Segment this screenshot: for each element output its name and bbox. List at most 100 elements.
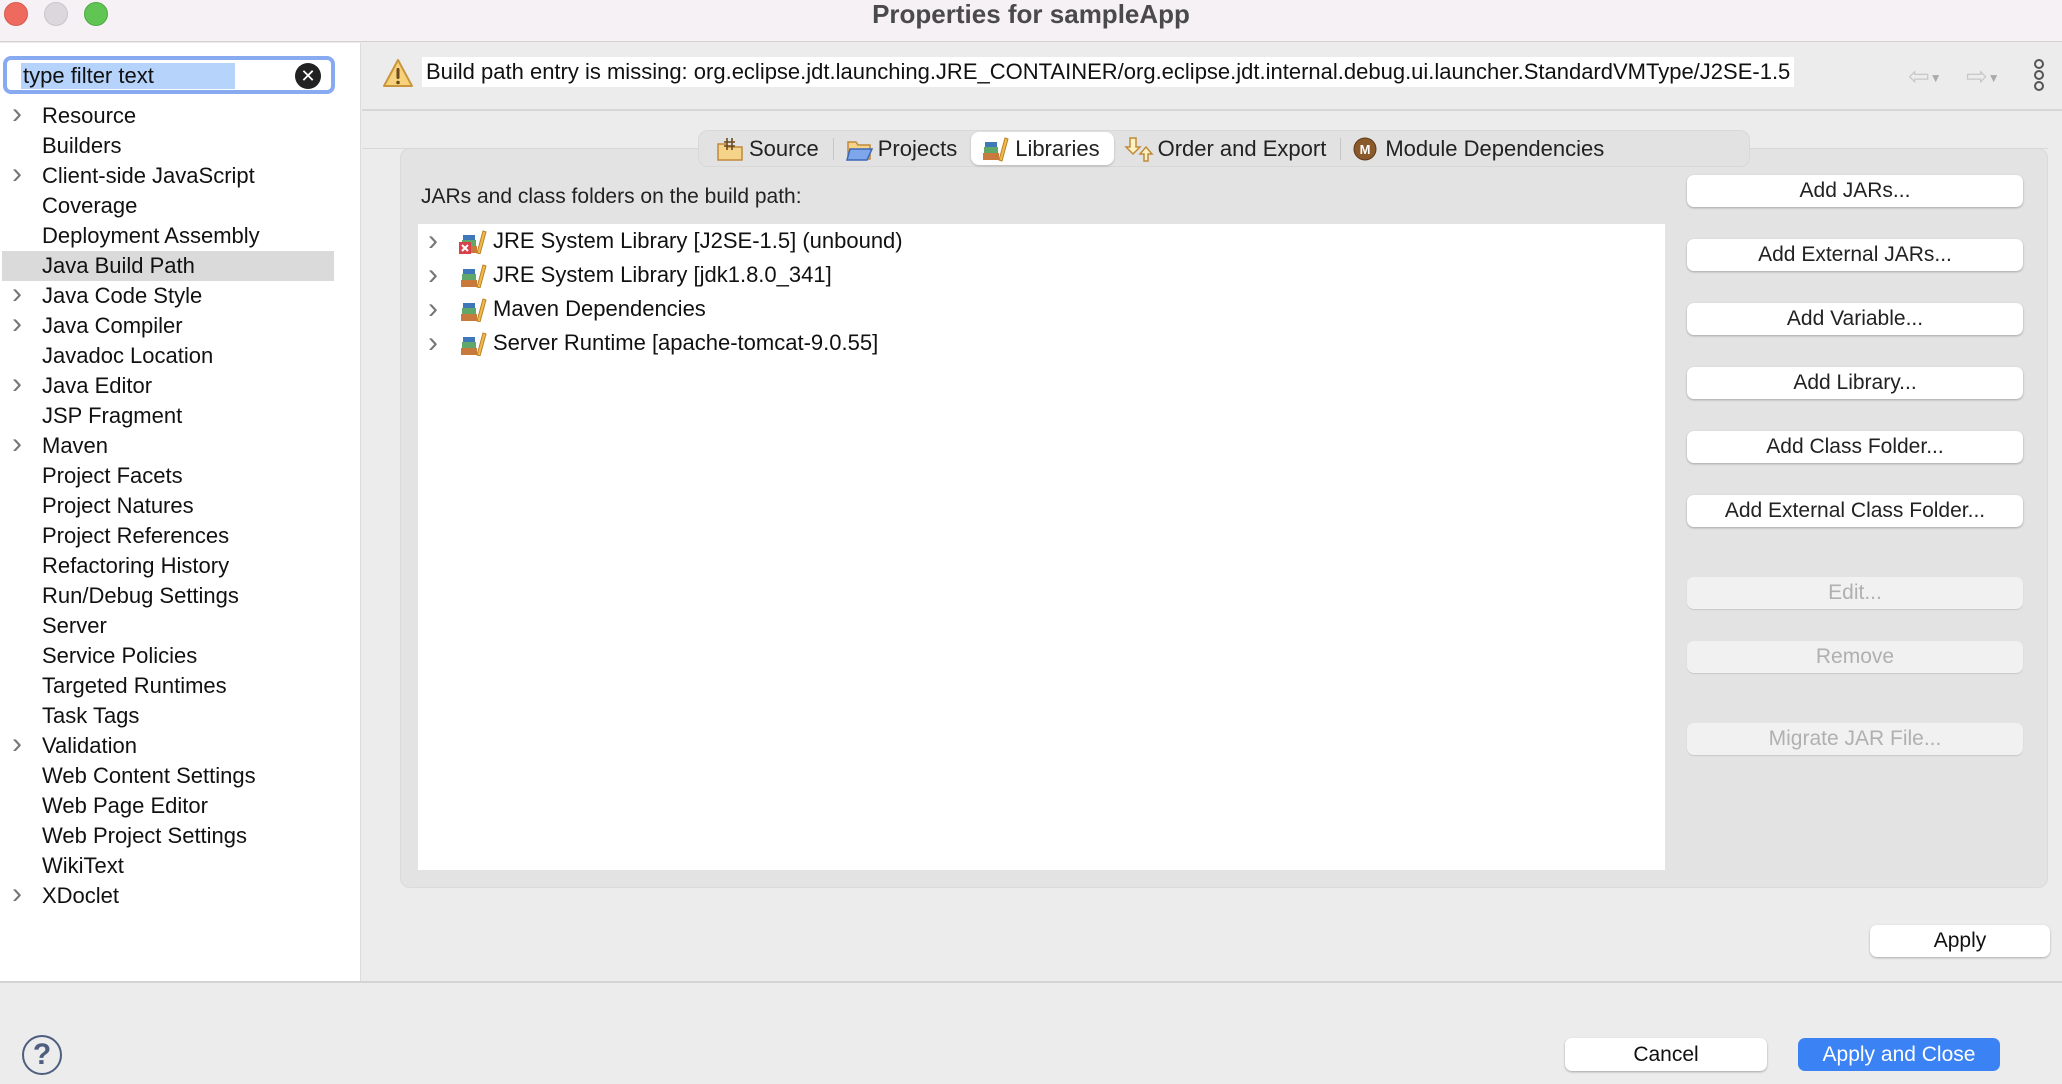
sidebar-item[interactable]: Targeted Runtimes — [0, 671, 360, 701]
tree-row[interactable]: › JRE System Library [J2SE-1.5] (unbound… — [418, 224, 1665, 258]
sidebar-item[interactable]: › Client-side JavaScript — [0, 159, 360, 191]
warning-icon — [383, 59, 413, 87]
sidebar-item[interactable]: JSP Fragment — [0, 401, 360, 431]
sidebar-item-label: Refactoring History — [42, 553, 230, 578]
add-variable-button[interactable]: Add Variable... — [1687, 303, 2023, 335]
tree-row[interactable]: › JRE System Library [jdk1.8.0_341] — [418, 258, 1665, 292]
sidebar-item[interactable]: Coverage — [0, 191, 360, 221]
chevron-right-icon[interactable]: › — [12, 279, 22, 309]
chevron-right-icon[interactable]: › — [12, 729, 22, 759]
sidebar-item[interactable]: Task Tags — [0, 701, 360, 731]
sidebar-item[interactable]: Server — [0, 611, 360, 641]
tab-libraries[interactable]: Libraries — [971, 132, 1114, 165]
sidebar-item-label: Java Compiler — [42, 313, 183, 338]
apply-and-close-button[interactable]: Apply and Close — [1798, 1038, 2000, 1071]
sidebar-item[interactable]: › Java Compiler — [0, 309, 360, 341]
sidebar-item[interactable]: Service Policies — [0, 641, 360, 671]
sidebar-item[interactable]: Builders — [0, 131, 360, 161]
chevron-right-icon[interactable]: › — [12, 99, 22, 129]
tree-row[interactable]: › Maven Dependencies — [418, 292, 1665, 326]
library-icon — [461, 332, 487, 356]
tab-bar: Source Projects Libraries Order and Expo… — [698, 130, 1750, 167]
sidebar-item[interactable]: Project Natures — [0, 491, 360, 521]
sidebar-item-label: Project Facets — [42, 463, 183, 488]
tab-projects[interactable]: Projects — [834, 132, 971, 165]
more-options-icon[interactable] — [2034, 59, 2046, 92]
sidebar-item[interactable]: › Resource — [0, 99, 360, 131]
sidebar-item-label: Coverage — [42, 193, 138, 218]
dialog-footer: ? Cancel Apply and Close — [0, 983, 2062, 1084]
chevron-right-icon[interactable]: › — [12, 309, 22, 339]
module-icon: M — [1353, 137, 1377, 160]
forward-dropdown-icon[interactable]: ▼ — [1988, 71, 2000, 85]
remove-button[interactable]: Remove — [1687, 641, 2023, 673]
build-path-label: JARs and class folders on the build path… — [421, 185, 802, 208]
chevron-right-icon[interactable]: › — [428, 258, 438, 292]
add-class-folder-button[interactable]: Add Class Folder... — [1687, 431, 2023, 463]
sidebar-item[interactable]: Refactoring History — [0, 551, 360, 581]
window-title: Properties for sampleApp — [872, 0, 1190, 29]
sidebar-item-label: Maven — [42, 433, 109, 458]
edit-button[interactable]: Edit... — [1687, 577, 2023, 609]
forward-button[interactable]: ⇨▼ — [1966, 63, 2000, 91]
title-bar: Properties for sampleApp — [0, 0, 2062, 42]
sidebar-item[interactable]: › Java Editor — [0, 369, 360, 401]
add-external-jars-button[interactable]: Add External JARs... — [1687, 239, 2023, 271]
help-icon[interactable]: ? — [22, 1035, 62, 1075]
add-jars-button[interactable]: Add JARs... — [1687, 175, 2023, 207]
library-error-icon — [459, 230, 487, 254]
property-page-tree: › Resource Builders › Client-side JavaScript… — [0, 99, 360, 911]
sidebar-item[interactable]: Web Project Settings — [0, 821, 360, 851]
chevron-right-icon[interactable]: › — [12, 879, 22, 909]
sidebar-item-label: Run/Debug Settings — [42, 583, 239, 608]
chevron-right-icon[interactable]: › — [428, 292, 438, 326]
sidebar-item[interactable]: Web Content Settings — [0, 761, 360, 791]
sidebar-item[interactable]: › Maven — [0, 429, 360, 461]
cancel-button[interactable]: Cancel — [1565, 1038, 1767, 1071]
library-icon — [461, 298, 487, 322]
sidebar-item-label: Task Tags — [42, 703, 140, 728]
back-dropdown-icon[interactable]: ▼ — [1930, 71, 1942, 85]
back-button[interactable]: ⇦▼ — [1908, 63, 1942, 91]
sidebar-item[interactable]: Project References — [0, 521, 360, 551]
sidebar-item[interactable]: Web Page Editor — [0, 791, 360, 821]
source-folder-icon — [717, 137, 743, 161]
sidebar-item-label: Deployment Assembly — [42, 223, 260, 248]
sidebar-item[interactable]: Javadoc Location — [0, 341, 360, 371]
tab-label: Order and Export — [1157, 135, 1327, 161]
tree-row[interactable]: › Server Runtime [apache-tomcat-9.0.55] — [418, 326, 1665, 360]
sidebar-item[interactable]: WikiText — [0, 851, 360, 881]
apply-button[interactable]: Apply — [1870, 925, 2050, 957]
clear-filter-icon[interactable]: ✕ — [295, 63, 321, 89]
sidebar-item[interactable]: Java Build Path — [2, 251, 334, 281]
sidebar-item[interactable]: › XDoclet — [0, 879, 360, 911]
filter-field[interactable]: ✕ — [3, 56, 335, 94]
chevron-right-icon[interactable]: › — [12, 429, 22, 459]
libraries-panel: JARs and class folders on the build path… — [400, 148, 2048, 888]
add-external-class-folder-button[interactable]: Add External Class Folder... — [1687, 495, 2023, 527]
chevron-right-icon[interactable]: › — [12, 369, 22, 399]
chevron-right-icon[interactable]: › — [428, 224, 438, 258]
chevron-right-icon[interactable]: › — [12, 159, 22, 189]
sidebar-item-label: Resource — [42, 103, 137, 128]
order-export-icon — [1123, 136, 1154, 162]
filter-input[interactable] — [21, 63, 235, 89]
sidebar-item[interactable]: Deployment Assembly — [0, 221, 360, 251]
tab-order-and-export[interactable]: Order and Export — [1114, 132, 1341, 165]
sidebar-item[interactable]: Run/Debug Settings — [0, 581, 360, 611]
tab-module-dependencies[interactable]: M Module Dependencies — [1341, 132, 1618, 165]
tab-source[interactable]: Source — [705, 132, 833, 165]
sidebar-item-label: Client-side JavaScript — [42, 163, 255, 188]
sidebar-item[interactable]: › Validation — [0, 729, 360, 761]
sidebar-item[interactable]: Project Facets — [0, 461, 360, 491]
sidebar-item[interactable]: › Java Code Style — [0, 279, 360, 311]
add-library-button[interactable]: Add Library... — [1687, 367, 2023, 399]
chevron-right-icon[interactable]: › — [428, 326, 438, 360]
banner-message: Build path entry is missing: org.eclipse… — [422, 57, 1795, 87]
svg-text:M: M — [1360, 142, 1371, 157]
tree-row-label: Maven Dependencies — [493, 296, 706, 321]
sidebar-item-label: Server — [42, 613, 107, 638]
migrate-jar-button[interactable]: Migrate JAR File... — [1687, 723, 2023, 755]
sidebar-item-label: Web Project Settings — [42, 823, 248, 848]
build-path-tree[interactable]: › JRE System Library [J2SE-1.5] (unbound… — [418, 224, 1665, 870]
